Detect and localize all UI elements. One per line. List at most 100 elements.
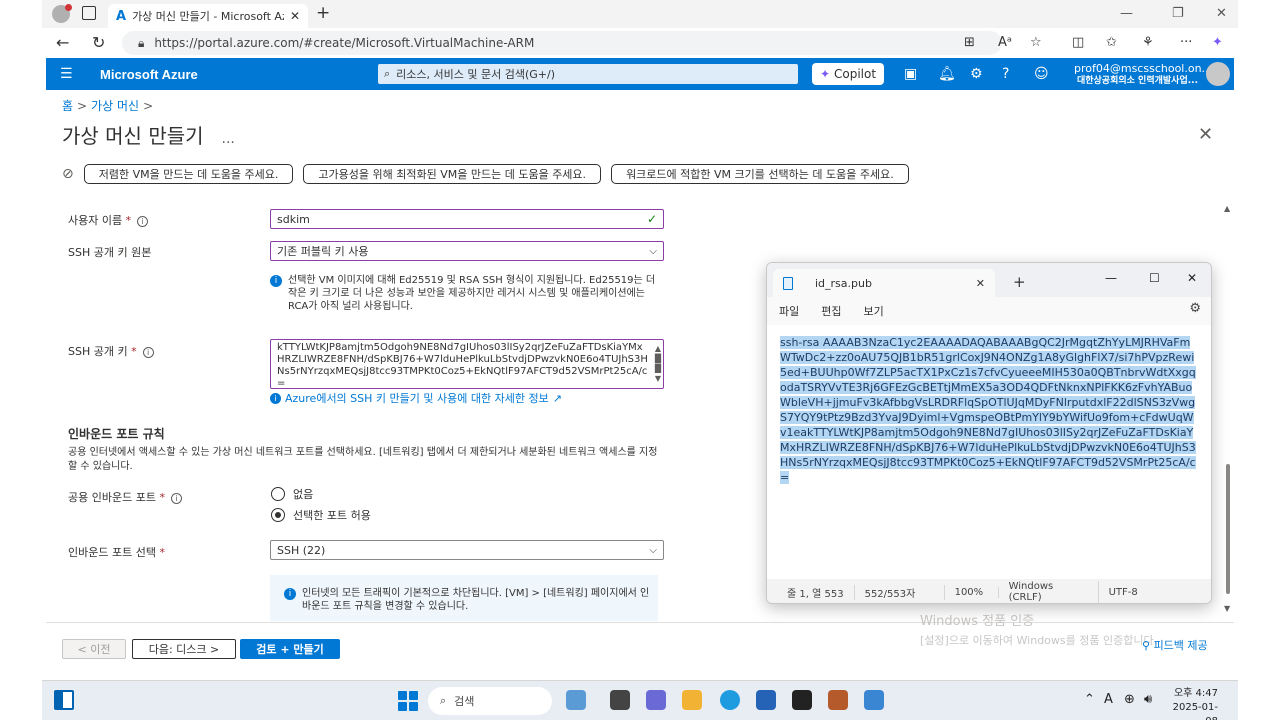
info-icon[interactable]: i bbox=[137, 216, 149, 227]
info-circle-icon: i bbox=[284, 588, 296, 600]
notepad-settings-icon[interactable]: ⚙ bbox=[1189, 301, 1201, 316]
textarea-scrollbar[interactable]: ▲ █ █ ▼ bbox=[655, 344, 661, 384]
scroll-thumb[interactable] bbox=[1226, 464, 1230, 594]
widgets-icon[interactable] bbox=[54, 690, 74, 710]
port-note-text: 인터넷의 모든 트래픽이 기본적으로 차단됩니다. [VM] > [네트워킹] … bbox=[302, 588, 650, 612]
user-account[interactable]: prof04@mscsschool.on... 대한상공회의소 인력개발사업..… bbox=[1074, 62, 1212, 88]
extensions-icon[interactable]: ⚘ bbox=[1142, 35, 1154, 50]
copilot-browser-icon[interactable]: ✦ bbox=[1212, 35, 1223, 50]
tray-expand-icon[interactable]: ⌃ bbox=[1084, 692, 1095, 707]
volume-icon[interactable]: 🔊︎ bbox=[1144, 692, 1152, 707]
terminal-icon[interactable] bbox=[792, 690, 812, 710]
notepad-statusbar: 줄 1, 열 553 552/553자 100% Windows (CRLF) … bbox=[767, 579, 1211, 603]
info-icon[interactable]: i bbox=[170, 493, 182, 504]
app-icon-1[interactable] bbox=[566, 690, 586, 710]
copilot-label: Copilot bbox=[834, 67, 877, 81]
teams-icon[interactable] bbox=[646, 690, 666, 710]
radio-circle-selected[interactable] bbox=[271, 508, 285, 522]
settings-gear-icon[interactable]: ⚙ bbox=[970, 66, 983, 82]
chevron-down-icon: ⌵ bbox=[649, 245, 657, 257]
chevron-down-icon: ⌵ bbox=[649, 544, 657, 556]
browser-tab[interactable]: A 가상 머신 만들기 - Microsoft Azu ✕ bbox=[108, 4, 308, 28]
radio-circle[interactable] bbox=[271, 487, 285, 501]
refresh-icon[interactable]: ↻ bbox=[92, 33, 105, 52]
more-options-icon[interactable]: ... bbox=[222, 131, 235, 147]
menu-icon[interactable]: ☰ bbox=[60, 66, 73, 82]
restore-icon[interactable]: ❐ bbox=[1172, 6, 1184, 21]
help-size-vm-button[interactable]: 워크로드에 적합한 VM 크기를 선택하는 데 도움을 주세요. bbox=[611, 164, 909, 184]
radio-allow-selected[interactable]: 선택한 포트 허용 bbox=[271, 507, 371, 523]
info-icon[interactable]: i bbox=[142, 347, 154, 358]
menu-file[interactable]: 파일 bbox=[779, 303, 799, 319]
favorite-star-icon[interactable]: ☆ bbox=[1030, 35, 1042, 50]
global-search-input[interactable]: ⌕ 리소스, 서비스 및 문서 검색(G+/) bbox=[378, 64, 798, 84]
port-select[interactable]: SSH (22) ⌵ bbox=[270, 540, 664, 560]
wand-icon: ⊘ bbox=[62, 166, 74, 182]
breadcrumb-home[interactable]: 홈 bbox=[62, 99, 73, 113]
tab-close-icon[interactable]: ✕ bbox=[290, 9, 300, 23]
review-create-button[interactable]: 검토 + 만들기 bbox=[240, 639, 340, 659]
scroll-up-icon[interactable]: ▲ bbox=[1224, 204, 1230, 213]
notepad-taskbar-icon[interactable] bbox=[864, 690, 884, 710]
help-icon[interactable]: ? bbox=[1002, 66, 1009, 82]
clock[interactable]: 오후 4:47 2025-01-08 bbox=[1172, 687, 1218, 720]
help-ha-vm-button[interactable]: 고가용성을 위해 최적화된 VM을 만드는 데 도움을 주세요. bbox=[303, 164, 602, 184]
notepad-maximize-icon[interactable]: ☐ bbox=[1149, 271, 1160, 285]
address-bar[interactable]: 🔒︎ https://portal.azure.com/#create/Micr… bbox=[122, 31, 1002, 55]
new-tab-button[interactable]: + bbox=[316, 3, 330, 23]
help-cheap-vm-button[interactable]: 저렴한 VM을 만드는 데 도움을 주세요. bbox=[83, 164, 294, 184]
start-icon[interactable] bbox=[398, 691, 418, 711]
network-icon[interactable]: ⊕ bbox=[1124, 692, 1135, 707]
notepad-text-area[interactable]: ssh-rsa AAAAB3NzaC1yc2EAAAADAQABAAABgQC2… bbox=[767, 325, 1211, 579]
input-language[interactable]: A bbox=[1104, 692, 1113, 707]
notifications-icon[interactable]: 🔔︎ bbox=[938, 66, 956, 82]
taskbar-search[interactable]: ⌕ 검색 bbox=[428, 687, 552, 715]
minimize-icon[interactable]: — bbox=[1120, 6, 1133, 21]
feedback-icon[interactable]: ☺ bbox=[1034, 66, 1049, 82]
store-icon[interactable] bbox=[756, 690, 776, 710]
back-icon[interactable]: ← bbox=[56, 33, 69, 52]
notepad-close-icon[interactable]: ✕ bbox=[1187, 271, 1197, 285]
close-window-icon[interactable]: ✕ bbox=[1216, 6, 1227, 21]
notepad-tab[interactable]: id_rsa.pub ✕ bbox=[773, 269, 995, 297]
notepad-window: id_rsa.pub ✕ + — ☐ ✕ 파일 편집 보기 ⚙ ssh-rsa … bbox=[766, 262, 1212, 604]
next-button[interactable]: 다음: 디스크 > bbox=[132, 639, 236, 659]
task-view-icon[interactable] bbox=[610, 690, 630, 710]
file-explorer-icon[interactable] bbox=[682, 690, 702, 710]
app-available-icon[interactable]: ⊞ bbox=[964, 35, 975, 50]
azure-brand[interactable]: Microsoft Azure bbox=[100, 67, 198, 82]
split-screen-icon[interactable]: ◫ bbox=[1072, 35, 1084, 50]
more-icon[interactable]: ··· bbox=[1180, 35, 1192, 50]
ssh-source-select[interactable]: 기존 퍼블릭 키 사용 ⌵ bbox=[270, 241, 664, 261]
status-eol: Windows (CRLF) bbox=[999, 581, 1099, 603]
favorites-icon[interactable]: ✩ bbox=[1106, 35, 1117, 50]
ssh-key-textarea[interactable]: kTTYLWtKJP8amjtm5Odgoh9NE8Nd7gIUhos03lIS… bbox=[270, 339, 664, 389]
breadcrumb-vm[interactable]: 가상 머신 bbox=[91, 99, 139, 113]
cloud-shell-icon[interactable]: ▣ bbox=[904, 66, 917, 82]
scroll-down-icon[interactable]: ▼ bbox=[1224, 604, 1230, 613]
notepad-tab-name: id_rsa.pub bbox=[815, 276, 872, 290]
menu-edit[interactable]: 편집 bbox=[821, 303, 841, 319]
close-blade-icon[interactable]: ✕ bbox=[1198, 124, 1213, 145]
username-input[interactable]: sdkim ✓ bbox=[270, 209, 664, 229]
menu-view[interactable]: 보기 bbox=[864, 303, 884, 319]
notepad-new-tab-button[interactable]: + bbox=[1013, 273, 1026, 291]
radio-none[interactable]: 없음 bbox=[271, 486, 313, 502]
prev-button[interactable]: < 이전 bbox=[62, 639, 126, 659]
tab-actions-icon[interactable] bbox=[82, 6, 96, 20]
paint-icon[interactable] bbox=[828, 690, 848, 710]
notepad-minimize-icon[interactable]: — bbox=[1105, 271, 1117, 285]
user-avatar[interactable] bbox=[1206, 62, 1230, 86]
edge-icon[interactable] bbox=[720, 690, 740, 710]
read-aloud-icon[interactable]: Aᵃ bbox=[998, 35, 1012, 50]
notepad-titlebar: id_rsa.pub ✕ + — ☐ ✕ bbox=[767, 263, 1211, 297]
profile-icon[interactable] bbox=[52, 4, 72, 23]
browser-tabbar: A 가상 머신 만들기 - Microsoft Azu ✕ + — ❐ ✕ bbox=[42, 0, 1238, 28]
ssh-key-link[interactable]: i Azure에서의 SSH 키 만들기 및 사용에 대한 자세한 정보 ↗ bbox=[270, 390, 562, 406]
status-zoom: 100% bbox=[945, 586, 999, 598]
notepad-tab-close-icon[interactable]: ✕ bbox=[976, 277, 985, 290]
page-scrollbar[interactable]: ▲ ▼ bbox=[1224, 204, 1232, 614]
ssh-key-link-text[interactable]: Azure에서의 SSH 키 만들기 및 사용에 대한 자세한 정보 bbox=[285, 390, 549, 406]
feedback-link[interactable]: ⚲ 피드백 제공 bbox=[1142, 637, 1208, 653]
copilot-button[interactable]: ✦ Copilot bbox=[812, 63, 884, 85]
